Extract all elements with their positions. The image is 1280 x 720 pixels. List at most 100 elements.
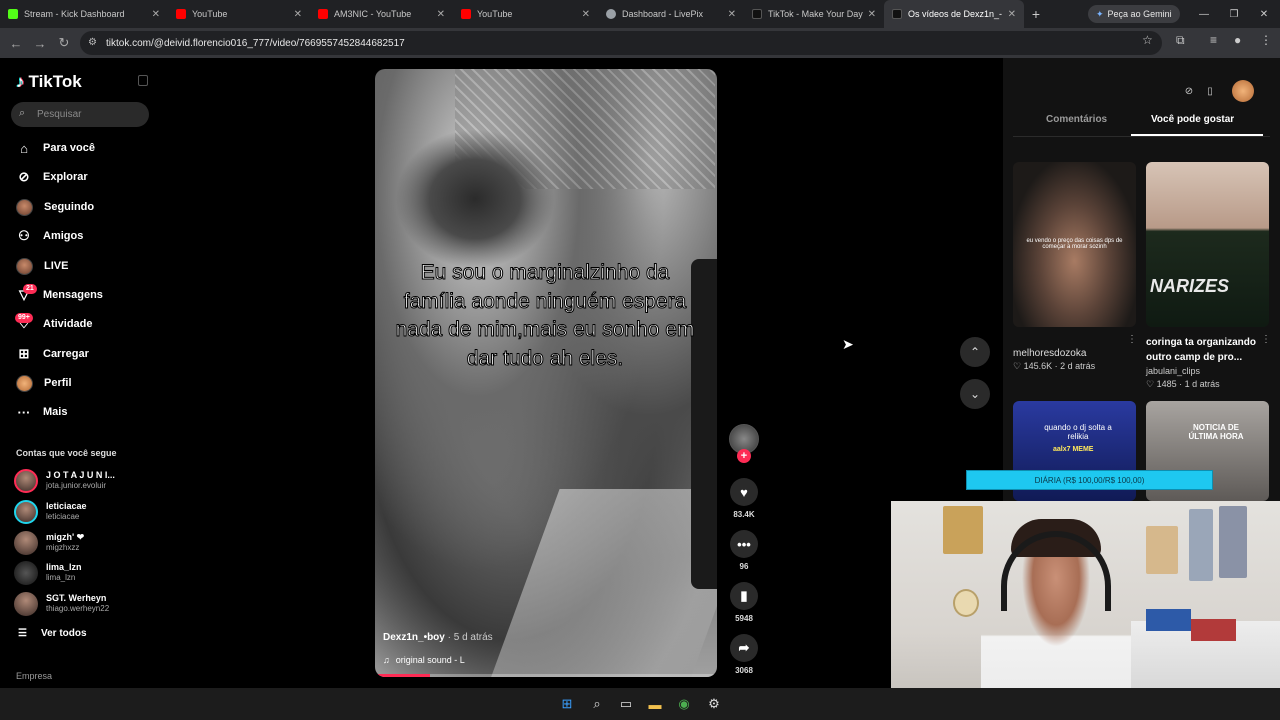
following-heading: Contas que você segue xyxy=(16,448,117,458)
recommended-video-thumbnail[interactable]: eu vendo o preço das coisas dps de começ… xyxy=(1013,162,1136,327)
more-options-icon[interactable]: ⋮ xyxy=(1127,334,1137,345)
bookmark-star-icon[interactable]: ☆ xyxy=(1142,33,1153,47)
tiktok-logo[interactable]: ♪ TikTok xyxy=(16,72,82,92)
menu-icon[interactable]: ⋮ xyxy=(1260,33,1272,47)
account-item[interactable]: J O T A J U N I... jota.junior.evoluir xyxy=(14,467,154,495)
nav-label: Amigos xyxy=(43,230,84,242)
nav-label: Para você xyxy=(43,142,95,154)
account-item[interactable]: SGT. Werheyn thiago.werheyn22 xyxy=(14,590,154,618)
share-button[interactable]: ➦ 3068 xyxy=(729,634,759,675)
avatar xyxy=(14,561,38,585)
video-player[interactable]: Eu sou o marginalzinho da família aonde … xyxy=(375,69,717,677)
close-icon[interactable]: ✕ xyxy=(728,9,736,20)
close-window-button[interactable]: ✕ xyxy=(1249,0,1279,28)
account-item[interactable]: leticiacae leticiacae xyxy=(14,498,154,526)
nav-label: Carregar xyxy=(43,348,89,360)
nav-label: Seguindo xyxy=(44,201,95,213)
thumbnail-text: quando o dj solta a relikia xyxy=(1044,423,1112,441)
account-handle: thiago.werheyn22 xyxy=(46,604,110,613)
livepix-icon xyxy=(606,9,616,19)
nav-para-voce[interactable]: ⌂ Para você xyxy=(16,137,156,159)
avatar[interactable] xyxy=(1232,80,1254,102)
nav-live[interactable]: LIVE xyxy=(16,255,156,277)
close-icon[interactable]: ✕ xyxy=(437,9,445,20)
footer-empresa[interactable]: Empresa xyxy=(16,671,52,681)
gemini-button[interactable]: ✦ Peça ao Gemini xyxy=(1088,5,1180,23)
more-options-icon[interactable]: ⋮ xyxy=(1261,334,1271,345)
search-input[interactable]: ⌕ Pesquisar xyxy=(11,102,149,127)
task-view-icon[interactable]: ▭ xyxy=(616,694,636,714)
search-icon[interactable]: ⌕ xyxy=(587,694,607,714)
new-tab-button[interactable]: + xyxy=(1024,6,1048,22)
restore-button[interactable]: ❐ xyxy=(1219,0,1249,28)
nav-atividade[interactable]: ♡ 99+ Atividade xyxy=(15,313,156,335)
wall-poster xyxy=(1146,526,1178,574)
close-icon[interactable]: ✕ xyxy=(868,9,876,20)
close-icon[interactable]: ✕ xyxy=(152,9,160,20)
nav-explorar[interactable]: ⊘ Explorar xyxy=(16,166,156,188)
account-name: SGT. Werheyn xyxy=(46,593,107,603)
comment-button[interactable]: ••• 96 xyxy=(729,530,759,571)
see-all-link[interactable]: ☰ Ver todos xyxy=(18,628,87,639)
file-explorer-icon[interactable]: ▬ xyxy=(645,694,665,714)
extensions-icon[interactable]: ⧉ xyxy=(1176,33,1185,48)
compass-icon[interactable]: ⊘ xyxy=(1178,80,1200,102)
tab-tiktok[interactable]: TikTok - Make Your Day ✕ xyxy=(744,0,884,28)
tab-recommended[interactable]: Você pode gostar xyxy=(1151,114,1234,125)
tab-kick[interactable]: Stream - Kick Dashboard ✕ xyxy=(0,0,168,28)
app-icon[interactable]: ⚙ xyxy=(704,694,724,714)
tab-youtube-1[interactable]: YouTube ✕ xyxy=(168,0,310,28)
search-placeholder: Pesquisar xyxy=(37,109,82,120)
tab-comments[interactable]: Comentários xyxy=(1046,114,1107,125)
minimize-button[interactable]: — xyxy=(1189,0,1219,28)
nav-mais[interactable]: ··· Mais xyxy=(16,401,156,423)
profile-icon[interactable]: ● xyxy=(1234,33,1241,47)
video-title[interactable]: coringa ta organizando outro camp de pro… xyxy=(1146,335,1261,365)
account-handle: migzhxzz xyxy=(46,543,80,552)
progress-fill xyxy=(375,674,430,677)
video-author[interactable]: melhoresdozoka xyxy=(1013,348,1086,359)
chevron-up-icon: ⌃ xyxy=(969,345,981,359)
notification-badge: 21 xyxy=(23,284,37,294)
youtube-icon xyxy=(318,9,328,19)
collapse-sidebar-icon[interactable] xyxy=(138,75,148,86)
tab-am3nic[interactable]: AM3NIC - YouTube ✕ xyxy=(310,0,453,28)
follow-plus-icon[interactable]: + xyxy=(737,449,751,463)
like-count: 145.6K xyxy=(1023,361,1053,371)
close-icon[interactable]: ✕ xyxy=(582,9,590,20)
nav-carregar[interactable]: ⊞ Carregar xyxy=(16,343,156,365)
reading-list-icon[interactable]: ≡ xyxy=(1210,33,1217,47)
nav-perfil[interactable]: Perfil xyxy=(16,372,156,394)
video-author[interactable]: Dexz1n_•boy · 5 d atrás xyxy=(383,632,493,643)
recommended-video-thumbnail[interactable]: NARIZES xyxy=(1146,162,1269,327)
home-icon: ⌂ xyxy=(20,140,28,156)
tab-livepix[interactable]: Dashboard - LivePix ✕ xyxy=(598,0,744,28)
like-button[interactable]: ♥ 83.4K xyxy=(729,478,759,519)
nav-label: LIVE xyxy=(44,260,69,272)
nav-mensagens[interactable]: ▽ 21 Mensagens xyxy=(16,284,156,306)
previous-video-button[interactable]: ⌃ xyxy=(960,337,990,367)
reload-button[interactable]: ↻ xyxy=(52,31,76,55)
nav-label: Perfil xyxy=(44,377,72,389)
video-progress-bar[interactable] xyxy=(375,674,717,677)
tab-active-dexz1n[interactable]: Os vídeos de Dexz1n_- ✕ xyxy=(884,0,1024,28)
account-item[interactable]: lima_lzn lima_lzn xyxy=(14,559,154,587)
save-button[interactable]: ▮ 5948 xyxy=(729,582,759,623)
windows-start-icon[interactable]: ⊞ xyxy=(557,694,577,714)
tab-youtube-2[interactable]: YouTube ✕ xyxy=(453,0,598,28)
next-video-button[interactable]: ⌄ xyxy=(960,379,990,409)
close-icon[interactable]: ✕ xyxy=(294,9,302,20)
device-icon[interactable]: ▯ xyxy=(1199,80,1221,102)
video-sound[interactable]: ♫ original sound - L xyxy=(383,655,465,665)
gemini-icon: ✦ xyxy=(1096,8,1104,19)
chrome-icon[interactable]: ◉ xyxy=(674,694,694,714)
site-info-icon[interactable]: ⚙ xyxy=(88,37,97,48)
forward-button[interactable]: → xyxy=(28,31,52,55)
video-author[interactable]: jabulani_clips xyxy=(1146,366,1200,376)
back-button[interactable]: ← xyxy=(4,31,28,55)
url-input[interactable]: ⚙ tiktok.com/@deivid.florencio016_777/vi… xyxy=(80,31,1162,55)
close-icon[interactable]: ✕ xyxy=(1008,9,1016,20)
nav-seguindo[interactable]: Seguindo xyxy=(16,196,156,218)
nav-amigos[interactable]: ⚇ Amigos xyxy=(16,225,156,247)
account-item[interactable]: migzh' ❤ migzhxzz xyxy=(14,529,154,557)
